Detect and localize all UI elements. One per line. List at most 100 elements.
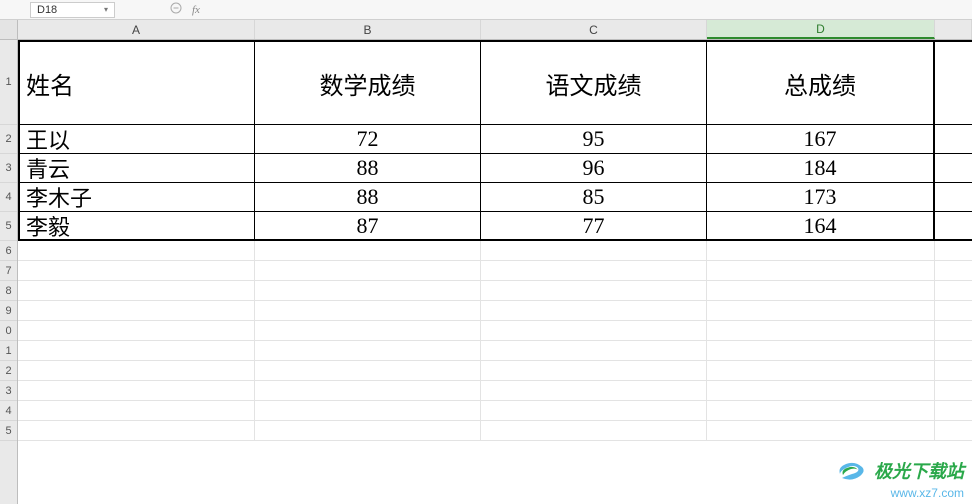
name-cell[interactable]: 王以 [18, 125, 255, 153]
row-header[interactable]: 2 [0, 125, 17, 154]
empty-cell[interactable] [255, 321, 481, 340]
name-cell[interactable]: 青云 [18, 154, 255, 182]
column-header-d[interactable]: D [707, 20, 935, 39]
row-header[interactable]: 5 [0, 212, 17, 241]
empty-cell[interactable] [707, 401, 935, 420]
empty-cell[interactable] [707, 381, 935, 400]
empty-cell[interactable] [255, 261, 481, 280]
value-cell[interactable]: 87 [255, 212, 481, 239]
header-cell[interactable]: 总成绩 [707, 42, 935, 124]
table-row: 王以7295167 [18, 125, 972, 154]
empty-cell[interactable] [255, 381, 481, 400]
row-header[interactable]: 6 [0, 241, 17, 261]
empty-cell[interactable] [707, 321, 935, 340]
row-header[interactable]: 2 [0, 361, 17, 381]
row-header[interactable]: 7 [0, 261, 17, 281]
empty-cell[interactable] [481, 281, 707, 300]
cell-area[interactable]: 姓名数学成绩语文成绩总成绩王以7295167青云8896184李木子888517… [18, 40, 972, 504]
header-cell[interactable]: 数学成绩 [255, 42, 481, 124]
empty-cell[interactable] [481, 401, 707, 420]
empty-cell[interactable] [18, 241, 255, 260]
cell-filler [935, 321, 972, 340]
value-cell[interactable]: 184 [707, 154, 935, 182]
empty-cell[interactable] [18, 401, 255, 420]
empty-cell[interactable] [481, 301, 707, 320]
value-cell[interactable]: 88 [255, 183, 481, 211]
empty-cell[interactable] [18, 421, 255, 440]
value-cell[interactable]: 85 [481, 183, 707, 211]
empty-cell[interactable] [707, 421, 935, 440]
empty-cell[interactable] [707, 361, 935, 380]
row-header[interactable]: 8 [0, 281, 17, 301]
table-row [18, 401, 972, 421]
empty-cell[interactable] [481, 321, 707, 340]
value-cell[interactable]: 77 [481, 212, 707, 239]
empty-cell[interactable] [707, 241, 935, 260]
table-row: 姓名数学成绩语文成绩总成绩 [18, 40, 972, 125]
empty-cell[interactable] [18, 341, 255, 360]
header-cell[interactable]: 语文成绩 [481, 42, 707, 124]
value-cell[interactable]: 164 [707, 212, 935, 239]
row-header[interactable]: 0 [0, 321, 17, 341]
empty-cell[interactable] [18, 321, 255, 340]
value-cell[interactable]: 167 [707, 125, 935, 153]
value-cell[interactable]: 173 [707, 183, 935, 211]
row-header[interactable]: 3 [0, 381, 17, 401]
empty-cell[interactable] [18, 261, 255, 280]
name-cell[interactable]: 李毅 [18, 212, 255, 239]
empty-cell[interactable] [255, 301, 481, 320]
watermark-title: 极光下载站 [874, 462, 964, 482]
fx-icon[interactable]: fx [192, 4, 200, 16]
table-row [18, 341, 972, 361]
empty-cell[interactable] [481, 381, 707, 400]
row-header[interactable]: 5 [0, 421, 17, 441]
empty-cell[interactable] [707, 281, 935, 300]
cell-filler [935, 183, 972, 211]
name-cell[interactable]: 李木子 [18, 183, 255, 211]
empty-cell[interactable] [481, 261, 707, 280]
empty-cell[interactable] [255, 281, 481, 300]
cell-filler [935, 341, 972, 360]
column-header-c[interactable]: C [481, 20, 707, 39]
empty-cell[interactable] [481, 241, 707, 260]
value-cell[interactable]: 95 [481, 125, 707, 153]
empty-cell[interactable] [707, 261, 935, 280]
row-header[interactable]: 1 [0, 40, 17, 125]
column-header-a[interactable]: A [18, 20, 255, 39]
value-cell[interactable]: 72 [255, 125, 481, 153]
empty-cell[interactable] [255, 361, 481, 380]
cell-filler [935, 381, 972, 400]
empty-cell[interactable] [255, 421, 481, 440]
empty-cell[interactable] [18, 361, 255, 380]
empty-cell[interactable] [18, 281, 255, 300]
row-header[interactable]: 9 [0, 301, 17, 321]
select-all-corner[interactable] [0, 20, 17, 40]
empty-cell[interactable] [481, 341, 707, 360]
table-row [18, 261, 972, 281]
row-header[interactable]: 1 [0, 341, 17, 361]
value-cell[interactable]: 96 [481, 154, 707, 182]
row-header[interactable]: 4 [0, 183, 17, 212]
cell-reference: D18 [37, 3, 57, 17]
row-header[interactable]: 3 [0, 154, 17, 183]
empty-cell[interactable] [255, 401, 481, 420]
cell-filler [935, 241, 972, 260]
row-header[interactable]: 4 [0, 401, 17, 421]
empty-cell[interactable] [481, 361, 707, 380]
empty-cell[interactable] [255, 341, 481, 360]
empty-cell[interactable] [481, 421, 707, 440]
empty-cell[interactable] [707, 341, 935, 360]
column-header-b[interactable]: B [255, 20, 481, 39]
name-box[interactable]: D18 ▾ [30, 2, 115, 18]
empty-cell[interactable] [18, 301, 255, 320]
cell-filler [935, 212, 972, 239]
value-cell[interactable]: 88 [255, 154, 481, 182]
empty-cell[interactable] [18, 381, 255, 400]
table-row [18, 361, 972, 381]
cancel-icon[interactable] [170, 2, 182, 17]
empty-cell[interactable] [707, 301, 935, 320]
table-row [18, 281, 972, 301]
header-cell[interactable]: 姓名 [18, 42, 255, 124]
watermark: 极光下载站 www.xz7.com [836, 460, 964, 500]
empty-cell[interactable] [255, 241, 481, 260]
